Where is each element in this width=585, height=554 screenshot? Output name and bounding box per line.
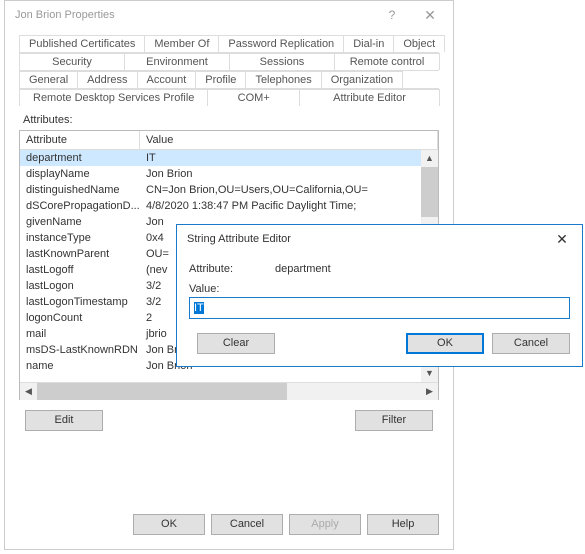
table-row[interactable]: departmentIT [20,150,438,166]
scroll-left-icon[interactable]: ◀ [20,383,37,400]
cell-value: Jon Brion [140,166,438,182]
edit-button[interactable]: Edit [25,410,103,431]
help-button[interactable]: Help [367,514,439,535]
cell-attribute: department [20,150,140,166]
cell-attribute: lastLogonTimestamp [20,294,140,310]
tab-rds-profile[interactable]: Remote Desktop Services Profile [19,89,208,106]
horizontal-scrollbar[interactable]: ◀ ▶ [20,382,438,399]
cell-attribute: lastLogoff [20,262,140,278]
value-label-row: Value: [189,279,570,297]
cell-value: CN=Jon Brion,OU=Users,OU=California,OU= [140,182,438,198]
modal-cancel-button[interactable]: Cancel [492,333,570,354]
cell-attribute: mail [20,326,140,342]
modal-title: String Attribute Editor [187,233,542,245]
close-icon[interactable]: ✕ [411,7,449,24]
ok-button[interactable]: OK [133,514,205,535]
table-header: Attribute Value [20,131,438,150]
table-row[interactable]: displayNameJon Brion [20,166,438,182]
modal-button-row: Clear OK Cancel [189,319,570,354]
cell-attribute: distinguishedName [20,182,140,198]
tab-telephones[interactable]: Telephones [245,71,321,88]
attribute-row: Attribute: department [189,259,570,279]
attributes-label: Attributes: [19,112,439,130]
value-input[interactable] [189,297,570,319]
table-row[interactable]: dSCorePropagationD...4/8/2020 1:38:47 PM… [20,198,438,214]
tab-address[interactable]: Address [77,71,137,88]
window-title: Jon Brion Properties [15,9,373,21]
help-icon[interactable]: ? [373,8,411,22]
tab-attribute-editor[interactable]: Attribute Editor [299,89,440,106]
attribute-name: department [275,263,331,275]
dialog-button-row: OK Cancel Apply Help [5,504,453,549]
modal-close-icon[interactable]: ✕ [542,231,582,248]
cell-value: IT [140,150,438,166]
cell-attribute: dSCorePropagationD... [20,198,140,214]
tab-organization[interactable]: Organization [321,71,403,88]
string-attribute-editor-dialog: String Attribute Editor ✕ Attribute: dep… [176,224,583,367]
tab-sessions[interactable]: Sessions [229,53,335,70]
tab-member-of[interactable]: Member Of [144,35,219,52]
tab-account[interactable]: Account [137,71,197,88]
cell-attribute: givenName [20,214,140,230]
table-button-row: Edit Filter [19,400,439,437]
tab-strip: Published Certificates Member Of Passwor… [5,29,453,108]
scroll-v-thumb[interactable] [421,167,438,217]
tab-remote-control[interactable]: Remote control [334,53,440,70]
tab-row-3: General Address Account Profile Telephon… [19,71,439,89]
tab-environment[interactable]: Environment [124,53,230,70]
cell-attribute: name [20,358,140,374]
tab-row-4: Remote Desktop Services Profile COM+ Att… [19,89,439,106]
modal-titlebar: String Attribute Editor ✕ [177,225,582,253]
tab-profile[interactable]: Profile [195,71,246,88]
tab-row-1: Published Certificates Member Of Passwor… [19,35,439,53]
tab-complus[interactable]: COM+ [207,89,300,106]
clear-button[interactable]: Clear [197,333,275,354]
cell-attribute: lastLogon [20,278,140,294]
tab-object[interactable]: Object [393,35,445,52]
cell-attribute: instanceType [20,230,140,246]
apply-button[interactable]: Apply [289,514,361,535]
scroll-up-icon[interactable]: ▲ [421,150,438,167]
value-label: Value: [189,283,219,295]
cell-attribute: lastKnownParent [20,246,140,262]
header-attribute[interactable]: Attribute [20,131,140,149]
table-row[interactable]: distinguishedNameCN=Jon Brion,OU=Users,O… [20,182,438,198]
cell-attribute: msDS-LastKnownRDN [20,342,140,358]
cell-value: 4/8/2020 1:38:47 PM Pacific Daylight Tim… [140,198,438,214]
modal-ok-button[interactable]: OK [406,333,484,354]
scroll-h-track[interactable] [37,383,421,400]
cell-attribute: displayName [20,166,140,182]
cell-attribute: logonCount [20,310,140,326]
titlebar: Jon Brion Properties ? ✕ [5,1,453,29]
tab-security[interactable]: Security [19,53,125,70]
header-value[interactable]: Value [140,131,438,149]
scroll-down-icon[interactable]: ▼ [421,365,438,382]
scroll-h-thumb[interactable] [37,383,287,400]
tab-published-certificates[interactable]: Published Certificates [19,35,145,52]
modal-body: Attribute: department Value: Clear OK Ca… [177,253,582,366]
attribute-label: Attribute: [189,263,275,275]
tab-general[interactable]: General [19,71,78,88]
tab-password-replication[interactable]: Password Replication [218,35,344,52]
scroll-right-icon[interactable]: ▶ [421,383,438,400]
filter-button[interactable]: Filter [355,410,433,431]
tab-dial-in[interactable]: Dial-in [343,35,394,52]
cancel-button[interactable]: Cancel [211,514,283,535]
tab-row-2: Security Environment Sessions Remote con… [19,53,439,71]
